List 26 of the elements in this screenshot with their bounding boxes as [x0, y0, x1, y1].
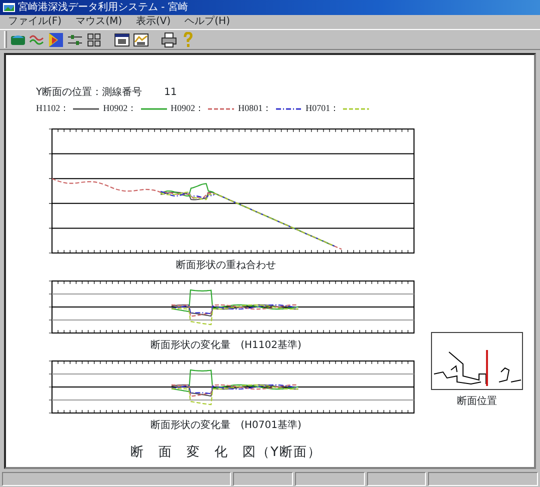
- legend-label: H0801：: [238, 102, 272, 115]
- chart-caption: 断面形状の変化量 (H1102基準): [150, 338, 302, 354]
- printer-icon[interactable]: [161, 32, 177, 48]
- app-icon: [3, 2, 15, 13]
- status-panel: [233, 472, 293, 486]
- menu-item[interactable]: 表示(V): [136, 16, 171, 28]
- legend-label: H1102：: [36, 102, 70, 115]
- line-number: 11: [164, 86, 177, 100]
- map-caption: 断面位置: [457, 394, 497, 409]
- figure-title: 断 面 変 化 図（Y断面）: [130, 444, 322, 462]
- chart-caption: 断面形状の重ね合わせ: [175, 258, 277, 274]
- chart-caption: 断面形状の変化量 (H0701基準): [150, 418, 302, 434]
- legend-label: H0902：: [170, 102, 204, 115]
- status-panel: [294, 472, 365, 486]
- color-map-icon[interactable]: [48, 32, 64, 48]
- chart-window-icon[interactable]: [133, 32, 149, 48]
- window-title: 宮崎港深浅データ利用システム - 宮崎: [18, 0, 188, 15]
- menu-item[interactable]: ヘルプ(H): [184, 16, 230, 28]
- status-panel: [366, 472, 426, 486]
- menu-item[interactable]: ファイル(F): [8, 16, 62, 28]
- section-position-label: Y断面の位置：測線番号: [36, 86, 142, 100]
- grid-icon[interactable]: [86, 32, 102, 48]
- legend-label: H0701：: [306, 102, 340, 115]
- legend-label: H0902：: [103, 102, 137, 115]
- menu-item[interactable]: マウス(M): [76, 16, 122, 28]
- window-icon[interactable]: [114, 32, 130, 48]
